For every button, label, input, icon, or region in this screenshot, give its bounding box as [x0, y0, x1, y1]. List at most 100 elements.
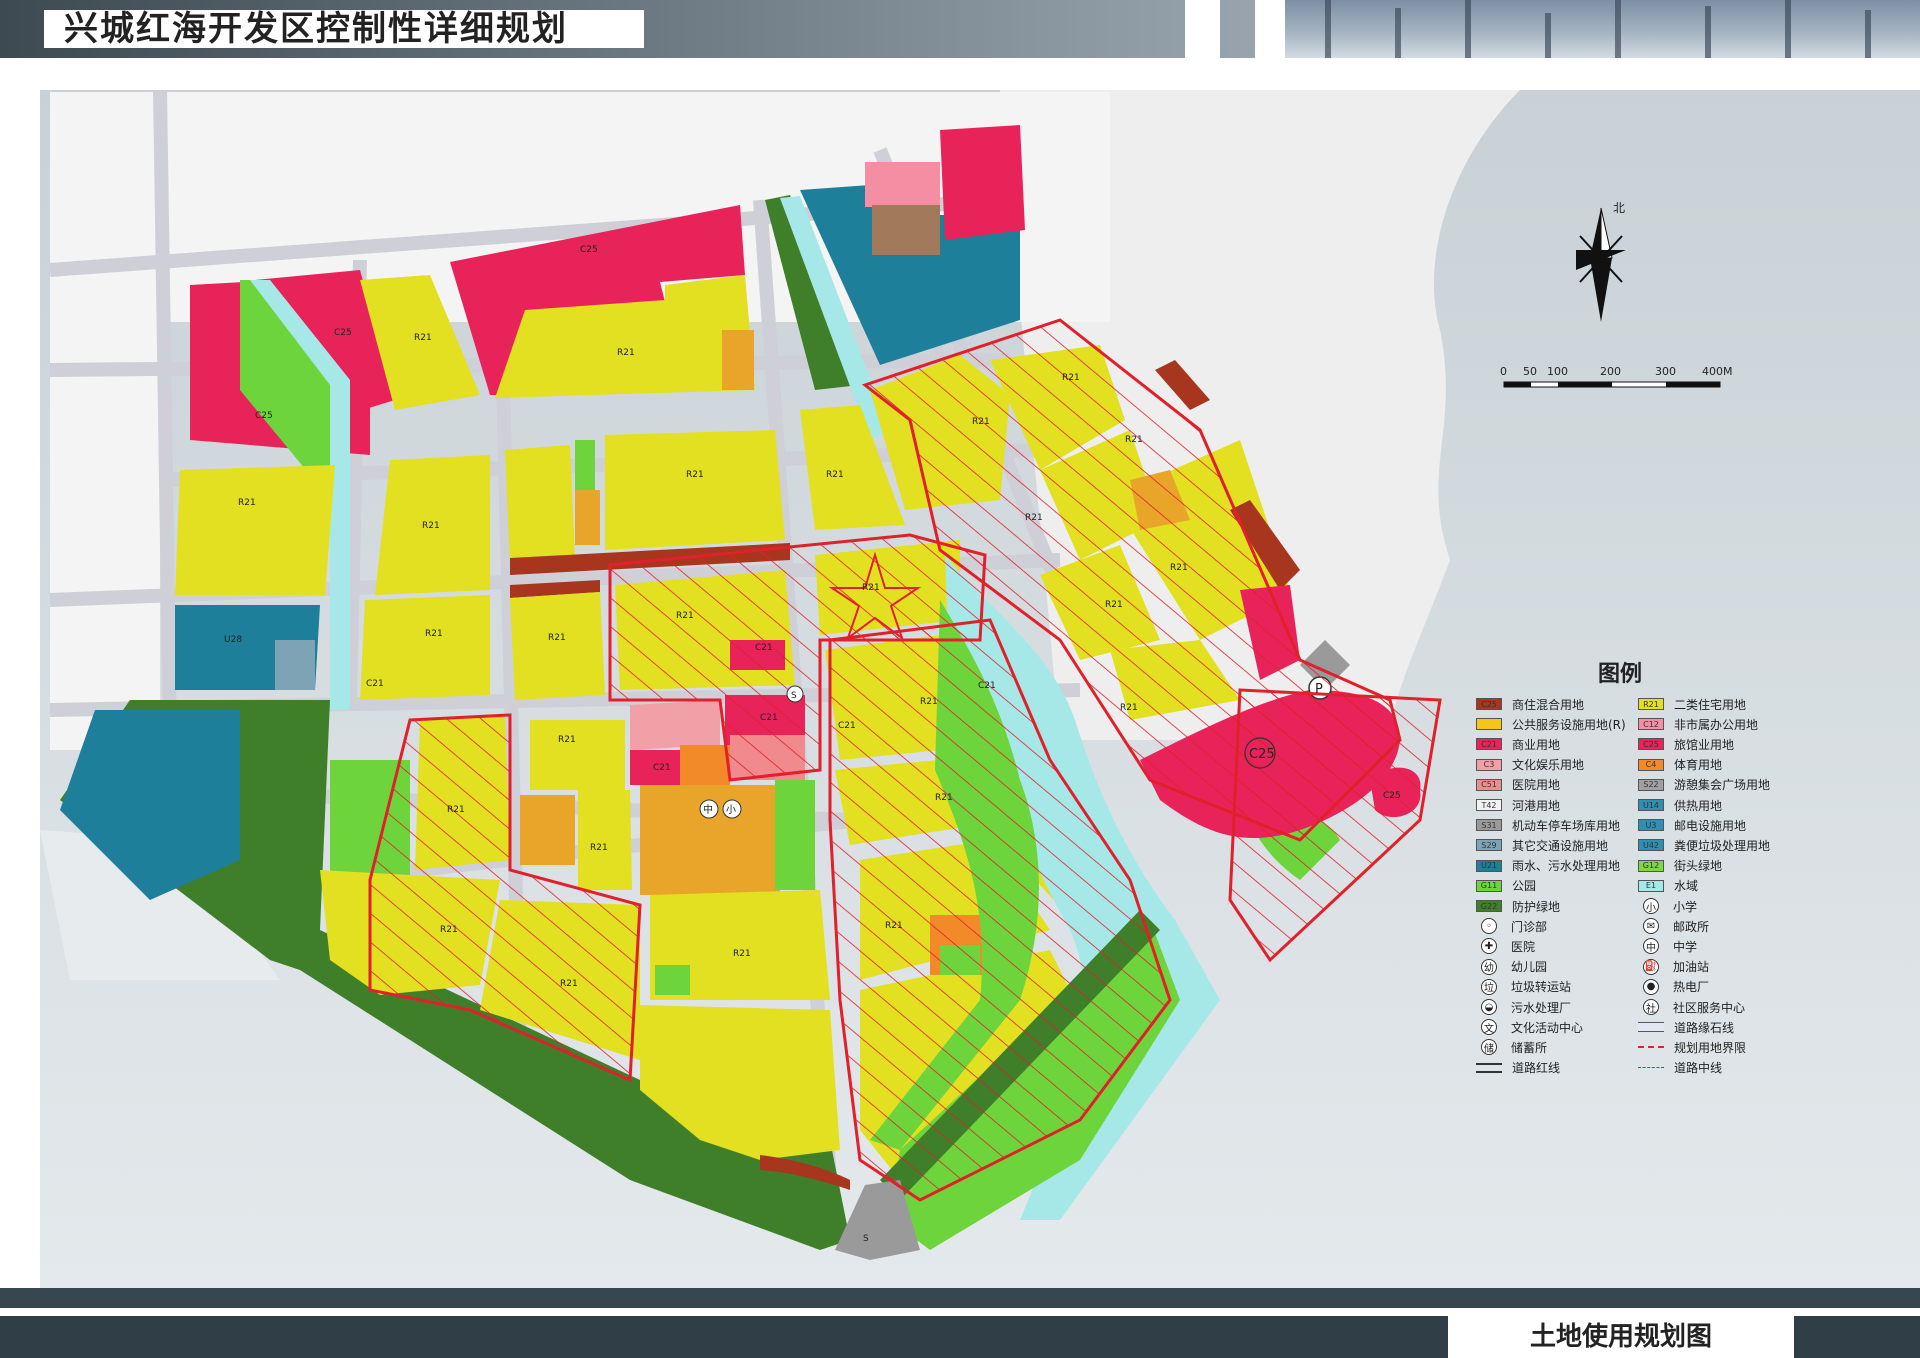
scale-bar [1503, 381, 1721, 388]
map-label: R21 [686, 470, 704, 480]
legend-item: 中中学 [1638, 938, 1697, 955]
map-label: R21 [1025, 513, 1043, 523]
public-row2 [575, 490, 600, 545]
legend-item: ⛽ 加油站 [1638, 958, 1709, 975]
footer-band [0, 1288, 1920, 1308]
legend-item: 规划用地界限 [1638, 1039, 1746, 1055]
legend-item: 文文化活动中心 [1476, 1019, 1583, 1036]
legend-swatch: U21 [1476, 859, 1502, 872]
scale-label: 200 [1600, 365, 1621, 378]
legend-label: 热电厂 [1673, 980, 1710, 995]
legend-label: 公园 [1512, 879, 1537, 894]
header-forest-image [1285, 0, 1920, 58]
map-label: C25 [1383, 791, 1401, 801]
legend-item: U21 雨水、污水处理用地 [1476, 858, 1620, 874]
legend-item: C21 商业用地 [1476, 736, 1560, 752]
legend-item: U42 粪便垃圾处理用地 [1638, 837, 1770, 853]
legend-label: 医院用地 [1512, 778, 1561, 793]
map-label: R21 [414, 333, 432, 343]
legend-symbol-icon: 垃 [1481, 978, 1497, 995]
commercial-northeast [940, 125, 1025, 240]
legend-symbol-icon: 幼 [1481, 958, 1497, 975]
legend-item: 社社区服务中心 [1638, 999, 1745, 1015]
legend-symbol-icon: 小 [1643, 898, 1659, 914]
legend-swatch: U3 [1638, 819, 1664, 832]
map-label: C21 [366, 679, 384, 689]
map-label: R21 [422, 521, 440, 531]
map-label: R21 [935, 793, 953, 803]
compass-label: 北 [1613, 201, 1625, 215]
legend-line-icon [1476, 1062, 1502, 1073]
legend-label: 道路红线 [1512, 1061, 1561, 1076]
park-row5 [655, 965, 690, 995]
residential-row2-a [175, 465, 335, 595]
map-label: U28 [224, 635, 242, 645]
legend-label: 邮电设施用地 [1674, 818, 1747, 833]
legend-swatch: G22 [1476, 900, 1502, 912]
map-label: R21 [447, 805, 465, 815]
legend-item: C25 商住混合用地 [1476, 696, 1584, 712]
legend-item: C3 文化娱乐用地 [1476, 757, 1584, 773]
map-label: R21 [440, 925, 458, 935]
park-row2 [575, 440, 595, 490]
map-label: C25 [580, 245, 598, 255]
scale-label: 100 [1547, 365, 1568, 378]
legend-item: 道路红线 [1476, 1060, 1560, 1076]
legend-symbol-icon: ◒ [1481, 999, 1497, 1015]
public-facility-north [722, 330, 754, 390]
legend-item: G22 防护绿地 [1476, 898, 1560, 914]
legend-label: 体育用地 [1674, 758, 1723, 773]
map-label: R21 [1125, 435, 1143, 445]
legend-line-icon [1638, 1022, 1664, 1033]
legend-line-icon [1638, 1067, 1664, 1069]
legend-item: ◦ 门诊部 [1476, 918, 1547, 935]
legend-item: ◒ 污水处理厂 [1476, 999, 1571, 1015]
residential-row2-c [505, 445, 575, 565]
legend-swatch: G11 [1476, 879, 1502, 892]
map-label: 小 [726, 804, 736, 816]
residential-row3-b [510, 592, 605, 700]
legend-label: 道路缘石线 [1674, 1020, 1735, 1035]
legend-item: S29 其它交通设施用地 [1476, 837, 1608, 853]
legend-label: 邮政所 [1673, 919, 1710, 934]
legend-item: 储储蓄所 [1476, 1039, 1547, 1056]
legend-swatch: C3 [1476, 758, 1502, 771]
map-label: R21 [1120, 703, 1138, 713]
legend-item: ● 热电厂 [1638, 978, 1710, 995]
scale-label: 300 [1655, 365, 1676, 378]
map-label: C21 [653, 763, 671, 773]
map-label: R21 [560, 979, 578, 989]
legend-swatch: C25 [1476, 698, 1502, 710]
urban-background-left [50, 320, 160, 750]
legend-swatch: E1 [1638, 879, 1664, 892]
map-label: C25 [255, 411, 273, 421]
footer-title: 土地使用规划图 [1529, 1322, 1712, 1352]
map-label: C21 [760, 713, 778, 723]
residential-row2-d [605, 430, 785, 550]
legend-item: 小小学 [1638, 898, 1697, 914]
legend-label: 商业用地 [1512, 737, 1561, 752]
scale-label: 0 [1500, 365, 1507, 378]
legend-label: 幼儿园 [1511, 960, 1548, 975]
map-label: C25 [1249, 747, 1275, 762]
legend-label: 规划用地界限 [1674, 1040, 1747, 1055]
map-label: R21 [1170, 563, 1188, 573]
legend-label: 雨水、污水处理用地 [1512, 859, 1621, 874]
legend-label: 文化娱乐用地 [1512, 758, 1585, 773]
legend-symbol-icon: 社 [1643, 999, 1659, 1015]
legend-swatch: R21 [1638, 698, 1664, 710]
legend-symbol-icon: ⛽ [1643, 958, 1659, 975]
legend-item: E1 水域 [1638, 878, 1698, 894]
legend-item: 公共服务设施用地(R) [1476, 716, 1626, 732]
legend-label: 河港用地 [1512, 798, 1561, 813]
legend-item: S22 游憩集会广场用地 [1638, 777, 1770, 793]
map-label: R21 [1105, 600, 1123, 610]
scale-label: 50 [1523, 365, 1537, 378]
legend-item: G11 公园 [1476, 878, 1536, 894]
map-label: R21 [733, 949, 751, 959]
legend-label: 街头绿地 [1674, 859, 1723, 874]
map-label: S [863, 1234, 869, 1244]
legend-label: 供热用地 [1674, 798, 1723, 813]
legend-label: 道路中线 [1674, 1061, 1723, 1076]
legend-symbol-icon: ● [1643, 978, 1659, 995]
